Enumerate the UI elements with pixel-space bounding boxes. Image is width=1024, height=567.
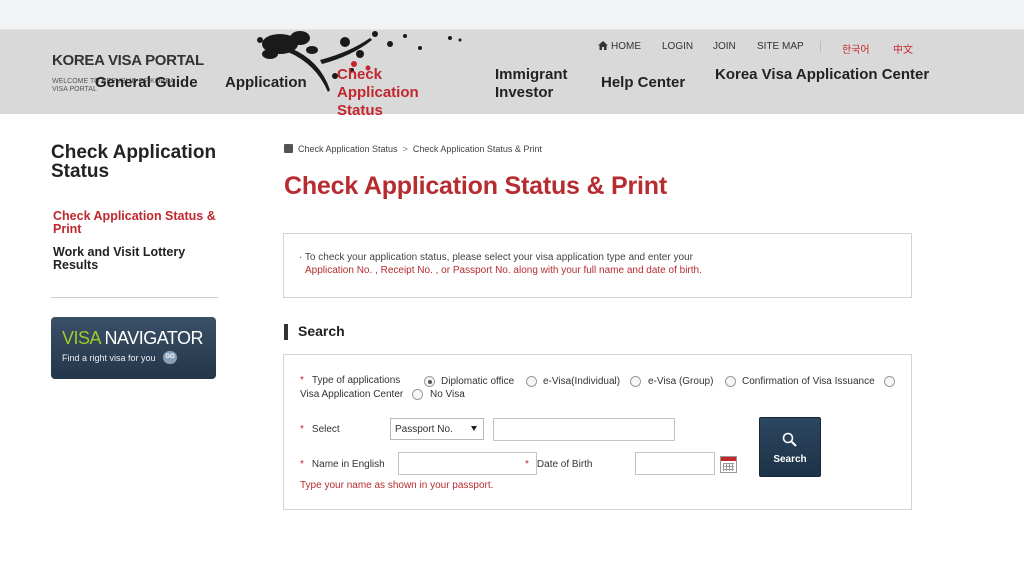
search-section-title: Search xyxy=(298,323,345,339)
calendar-icon[interactable] xyxy=(720,456,737,473)
visa-navigator-subtitle: Find a right visa for you xyxy=(62,353,156,363)
home-icon[interactable] xyxy=(284,144,293,153)
breadcrumb: Check Application Status > Check Applicati… xyxy=(284,144,542,154)
site-logo-title[interactable]: KOREA VISA PORTAL xyxy=(52,52,204,69)
util-join-link[interactable]: JOIN xyxy=(713,41,736,52)
sidebar-title: Check Application Status xyxy=(51,142,217,182)
name-hint-text: Type your name as shown in your passport… xyxy=(300,480,494,491)
sidebar-item-lottery-results[interactable]: Work and Visit Lottery Results xyxy=(53,246,223,272)
sidebar-divider xyxy=(51,297,218,298)
site-header: KOREA VISA PORTAL WELCOME TO REPUBLIC OF… xyxy=(0,30,1024,119)
radio-label-confirmation-visa-issuance[interactable]: Confirmation of Visa Issuance xyxy=(742,376,875,387)
radio-confirmation-visa-issuance[interactable] xyxy=(725,376,736,387)
util-home-link[interactable]: HOME xyxy=(598,41,641,52)
breadcrumb-separator: > xyxy=(402,144,408,154)
breadcrumb-item-current: Check Application Status & Print xyxy=(412,144,542,154)
sidebar-item-check-status-print[interactable]: Check Application Status & Print xyxy=(53,210,223,236)
name-in-english-label: * Name in English xyxy=(300,459,385,470)
id-number-input[interactable] xyxy=(493,418,675,441)
radio-no-visa[interactable] xyxy=(412,389,423,400)
radio-label-visa-application-center[interactable]: Visa Application Center xyxy=(300,389,403,400)
gnb-general-guide[interactable]: General Guide xyxy=(95,74,198,92)
gnb-korea-visa-application-center[interactable]: Korea Visa Application Center xyxy=(715,66,929,84)
search-icon xyxy=(782,432,797,447)
util-divider xyxy=(820,41,821,52)
id-type-select[interactable]: Passport No. xyxy=(390,418,484,440)
info-text-line2: Application No. , Receipt No. , or Passp… xyxy=(305,265,702,276)
radio-evisa-individual[interactable] xyxy=(526,376,537,387)
breadcrumb-item[interactable]: Check Application Status xyxy=(298,144,398,154)
info-box: · To check your application status, plea… xyxy=(283,233,912,298)
lang-chinese-link[interactable]: 中文 xyxy=(893,41,913,56)
gnb-check-application-status[interactable]: Check Application Status xyxy=(337,66,462,120)
search-button[interactable]: Search xyxy=(759,417,821,477)
date-of-birth-label: * Date of Birth xyxy=(525,459,593,470)
radio-visa-application-center[interactable] xyxy=(884,376,895,387)
visa-navigator-title: VISA NAVIGATOR xyxy=(62,328,204,348)
info-text-line1: · To check your application status, plea… xyxy=(299,252,693,263)
select-label: * Select xyxy=(300,424,340,435)
chevron-down-icon xyxy=(471,426,477,431)
go-icon[interactable]: GO xyxy=(163,351,177,364)
util-home-label: HOME xyxy=(611,41,641,52)
gnb-help-center[interactable]: Help Center xyxy=(601,74,685,92)
visa-navigator-banner[interactable]: VISA NAVIGATOR Find a right visa for you… xyxy=(51,317,216,379)
home-icon xyxy=(598,41,608,50)
type-of-applications-label: * Type of applications xyxy=(300,375,401,386)
date-of-birth-input[interactable] xyxy=(635,452,715,475)
page-title: Check Application Status & Print xyxy=(284,172,668,200)
util-login-link[interactable]: LOGIN xyxy=(662,41,693,52)
gnb-immigrant-investor[interactable]: Immigrant Investor xyxy=(495,66,575,102)
util-sitemap-link[interactable]: SITE MAP xyxy=(757,41,804,52)
lang-korean-link[interactable]: 한국어 xyxy=(842,41,870,56)
radio-label-no-visa[interactable]: No Visa xyxy=(430,389,465,400)
radio-diplomatic-office[interactable] xyxy=(424,376,435,387)
search-button-label: Search xyxy=(773,454,807,465)
radio-evisa-group[interactable] xyxy=(630,376,641,387)
radio-label-evisa-individual[interactable]: e-Visa(Individual) xyxy=(543,376,620,387)
radio-label-evisa-group[interactable]: e-Visa (Group) xyxy=(648,376,713,387)
browser-top-strip xyxy=(0,0,1024,30)
section-marker xyxy=(284,324,288,340)
id-type-select-value: Passport No. xyxy=(395,424,453,435)
search-form: * Type of applications Diplomatic office … xyxy=(283,354,912,510)
gnb-application[interactable]: Application xyxy=(225,74,307,92)
name-in-english-input[interactable] xyxy=(398,452,537,475)
radio-label-diplomatic-office[interactable]: Diplomatic office xyxy=(441,376,514,387)
